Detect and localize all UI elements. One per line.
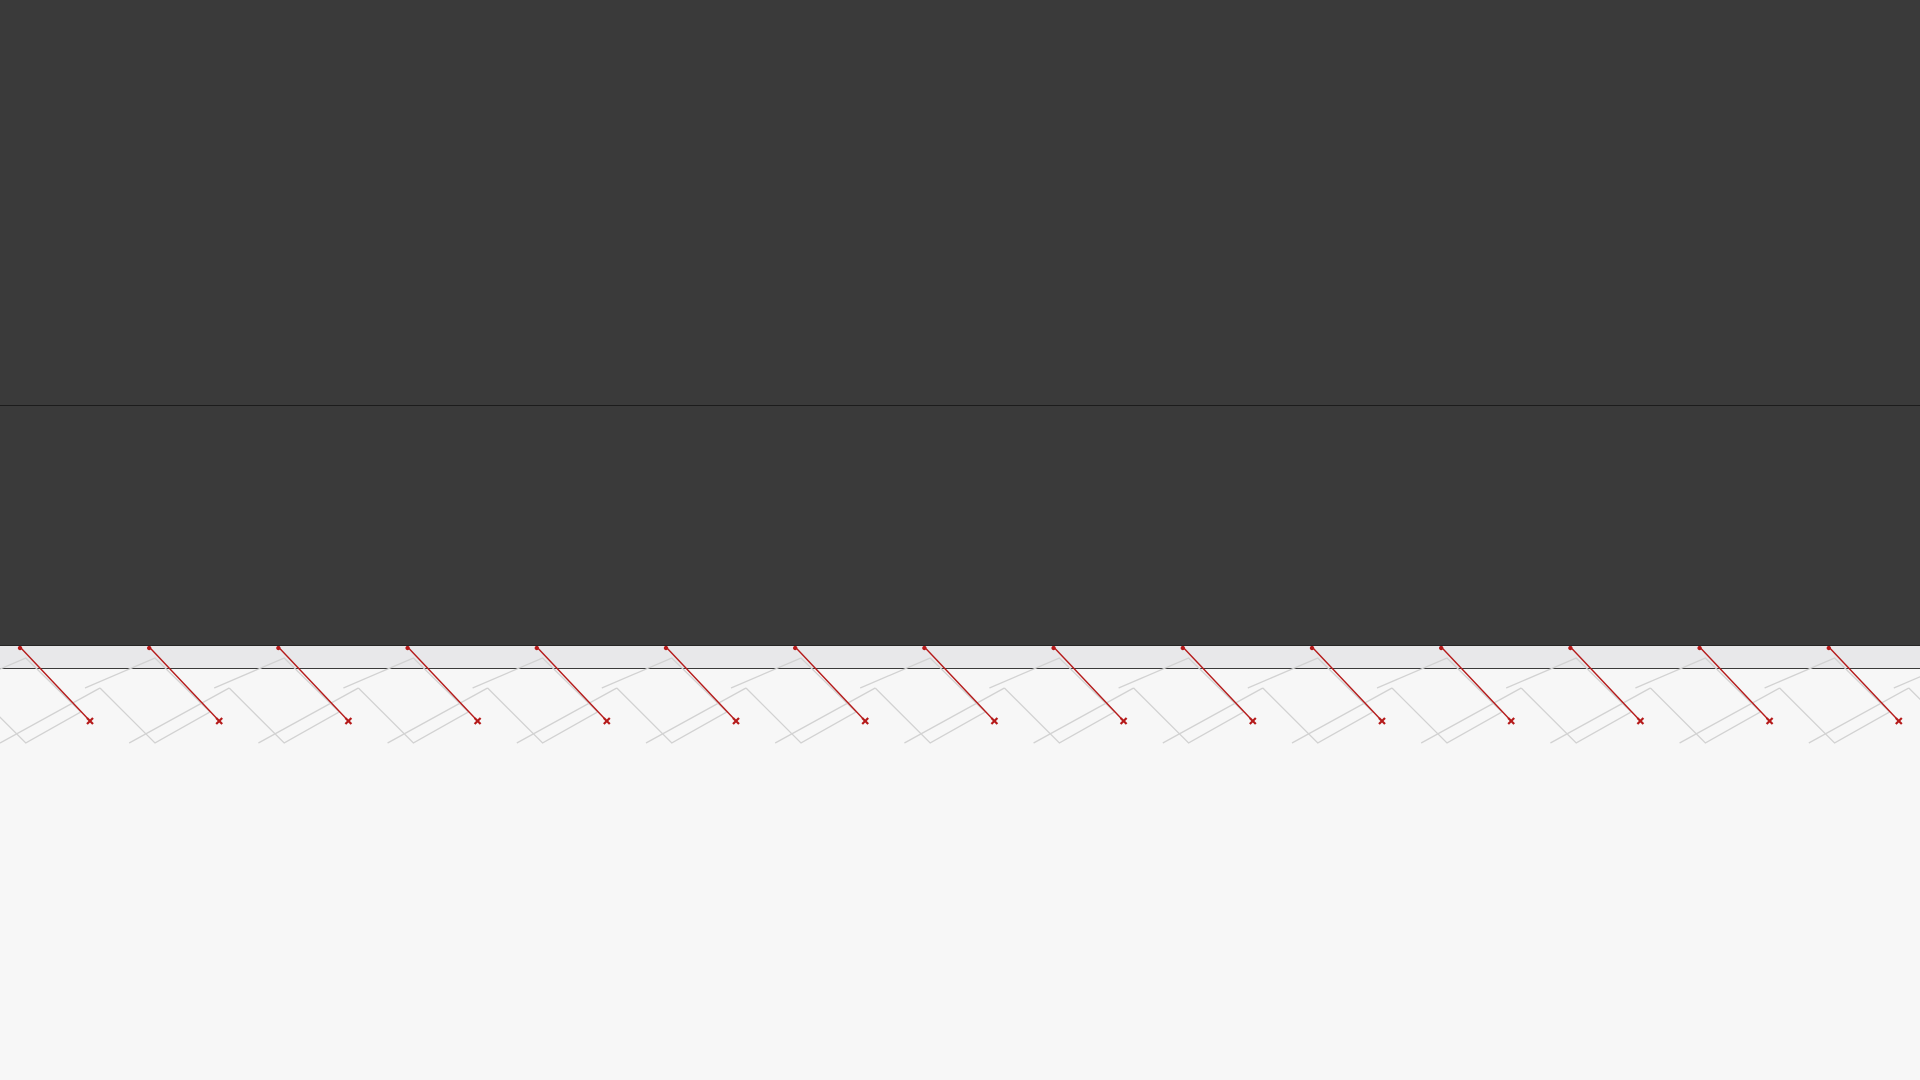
drawing-canvas[interactable] — [0, 669, 1920, 1080]
middle-panel — [0, 406, 1920, 646]
top-panel — [0, 0, 1920, 405]
ruler-strip — [0, 646, 1920, 669]
editor-window — [0, 0, 1920, 1080]
